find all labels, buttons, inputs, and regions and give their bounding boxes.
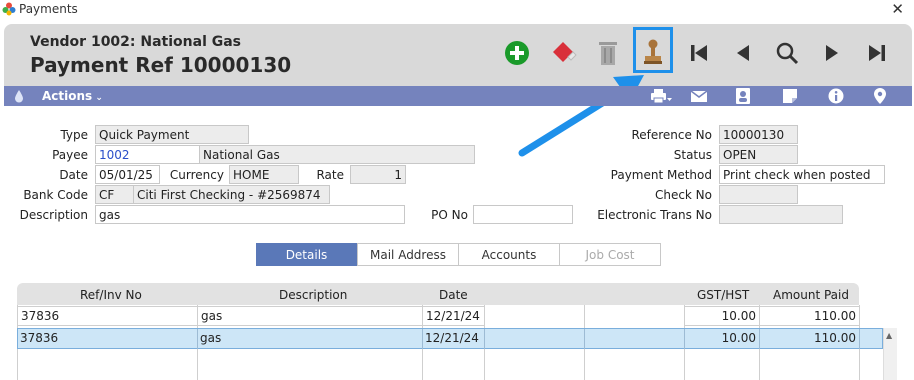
po-label: PO No (431, 208, 468, 222)
row-gst-cell[interactable]: 10.00 (684, 306, 760, 326)
bank-code-field[interactable]: CF (95, 185, 134, 204)
check-no-field[interactable] (719, 185, 798, 204)
next-record-icon (826, 45, 838, 61)
tab-mail-address[interactable]: Mail Address (357, 243, 459, 266)
previous-record-button[interactable] (726, 36, 760, 70)
currency-label: Currency (169, 168, 224, 182)
mail-button[interactable] (690, 88, 708, 104)
row-amount-cell[interactable]: 110.00 (759, 306, 860, 326)
tab-details[interactable]: Details (256, 243, 357, 266)
first-record-icon (691, 45, 707, 61)
row-description-cell[interactable]: gas (197, 306, 423, 326)
payment-ref-title: Payment Ref 10000130 (30, 53, 292, 77)
last-record-button[interactable] (860, 36, 894, 70)
row-empty-cell[interactable] (484, 329, 585, 349)
column-date[interactable]: Date (439, 288, 468, 302)
search-icon (776, 42, 799, 65)
info-icon (828, 88, 844, 104)
column-description[interactable]: Description (279, 288, 347, 302)
print-icon (651, 89, 672, 104)
type-field[interactable]: Quick Payment (95, 125, 249, 144)
payment-method-field[interactable]: Print check when posted (719, 165, 885, 184)
type-label: Type (60, 128, 88, 142)
row-date-cell[interactable]: 12/21/24 (422, 329, 485, 349)
info-button[interactable] (828, 88, 844, 104)
record-header: Vendor 1002: National Gas Payment Ref 10… (4, 24, 912, 86)
location-button[interactable] (874, 88, 886, 104)
po-field[interactable] (473, 205, 573, 224)
search-button[interactable] (770, 36, 804, 70)
last-record-icon (869, 45, 885, 61)
grid-header: Ref/Inv No Description Date GST/HST Amou… (17, 283, 859, 305)
row-empty-cell[interactable] (584, 329, 685, 349)
row-date-cell[interactable]: 12/21/24 (422, 306, 485, 326)
column-amount-paid[interactable]: Amount Paid (773, 288, 849, 302)
bank-code-label: Bank Code (23, 188, 88, 202)
status-field[interactable]: OPEN (719, 145, 798, 164)
column-ref-inv-no[interactable]: Ref/Inv No (80, 288, 142, 302)
date-field[interactable]: 05/01/25 (95, 165, 160, 184)
payee-code-field[interactable]: 1002 (95, 145, 200, 164)
title-bar: Payments ✕ (0, 0, 914, 20)
app-logo-icon (2, 2, 16, 16)
column-gst-hst[interactable]: GST/HST (697, 288, 749, 302)
check-no-label: Check No (654, 188, 712, 202)
first-record-button[interactable] (682, 36, 716, 70)
contact-button[interactable] (736, 88, 750, 104)
payment-method-label: Payment Method (610, 168, 712, 182)
row-ref-cell[interactable]: 37836 (17, 329, 198, 349)
reference-no-field[interactable]: 10000130 (719, 125, 798, 144)
description-field[interactable]: gas (95, 205, 405, 224)
row-description-cell[interactable]: gas (197, 329, 423, 349)
next-record-button[interactable] (815, 36, 849, 70)
currency-field[interactable]: HOME (229, 165, 299, 184)
mail-icon (690, 89, 708, 102)
scroll-up-icon[interactable]: ▲ (886, 331, 892, 340)
eraser-icon (553, 42, 577, 62)
note-icon (783, 89, 797, 103)
bank-name-field[interactable]: Citi First Checking - #2569874 (133, 185, 330, 204)
actions-menu-label: Actions (42, 89, 93, 103)
print-button[interactable] (650, 88, 672, 104)
status-label: Status (673, 148, 712, 162)
rate-label: Rate (316, 168, 344, 182)
drop-icon (15, 90, 23, 103)
contact-card-icon (736, 88, 750, 104)
actions-bar: Actions ⌄ (4, 86, 912, 106)
electronic-trans-label: Electronic Trans No (597, 208, 712, 222)
vendor-title: Vendor 1002: National Gas (30, 34, 242, 50)
previous-record-icon (737, 45, 749, 61)
row-ref-cell[interactable]: 37836 (17, 306, 198, 326)
note-button[interactable] (783, 88, 797, 104)
window-title: Payments (19, 2, 78, 16)
actions-menu[interactable]: Actions ⌄ (42, 89, 103, 103)
tab-accounts[interactable]: Accounts (458, 243, 560, 266)
trash-icon (599, 42, 617, 65)
date-label: Date (59, 168, 88, 182)
description-label: Description (19, 208, 88, 222)
location-pin-icon (874, 88, 886, 104)
add-icon (505, 41, 529, 65)
rate-field[interactable]: 1 (350, 165, 406, 184)
row-amount-cell[interactable]: 110.00 (759, 329, 860, 349)
grid-scrollbar[interactable]: ▲ (883, 328, 897, 380)
electronic-trans-field[interactable] (719, 205, 843, 224)
chevron-down-icon: ⌄ (92, 93, 103, 103)
reference-no-label: Reference No (631, 128, 712, 142)
tab-job-cost: Job Cost (559, 243, 661, 266)
payee-label: Payee (52, 148, 88, 162)
payee-name-field[interactable]: National Gas (199, 145, 475, 164)
close-button[interactable]: ✕ (891, 0, 904, 18)
row-gst-cell[interactable]: 10.00 (684, 329, 760, 349)
